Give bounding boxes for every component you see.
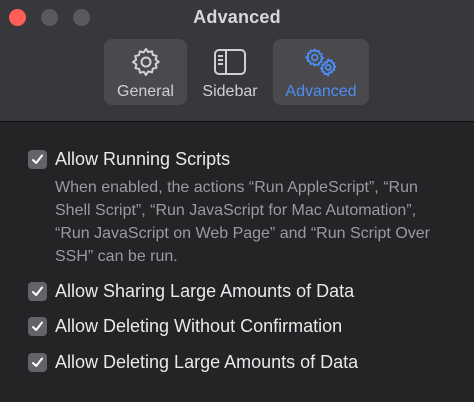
allow-running-scripts-checkbox[interactable]: [28, 150, 47, 169]
preferences-window: Advanced General Sidebar Advanced Allow …: [0, 0, 474, 402]
preferences-toolbar: General Sidebar Advanced: [104, 39, 369, 105]
allow-running-scripts-label: Allow Running Scripts: [55, 149, 231, 169]
tab-advanced[interactable]: Advanced: [273, 39, 369, 105]
tab-advanced-label: Advanced: [285, 83, 357, 100]
tab-sidebar-label: Sidebar: [202, 83, 258, 100]
setting-allow-deleting-without-confirmation[interactable]: Allow Deleting Without Confirmation: [28, 316, 342, 337]
setting-allow-running-scripts[interactable]: Allow Running Scripts: [28, 149, 230, 170]
allow-deleting-large-data-label: Allow Deleting Large Amounts of Data: [55, 352, 359, 372]
tab-general-label: General: [117, 83, 174, 100]
checkmark-icon: [32, 286, 43, 296]
checkmark-icon: [32, 154, 43, 164]
setting-allow-sharing-large-data[interactable]: Allow Sharing Large Amounts of Data: [28, 281, 354, 302]
gear-icon: [128, 45, 164, 79]
setting-allow-deleting-large-data[interactable]: Allow Deleting Large Amounts of Data: [28, 352, 358, 373]
checkmark-icon: [32, 321, 43, 331]
allow-deleting-without-confirmation-label: Allow Deleting Without Confirmation: [55, 316, 343, 336]
allow-deleting-large-data-checkbox[interactable]: [28, 353, 47, 372]
allow-running-scripts-description: When enabled, the actions “Run AppleScri…: [55, 179, 430, 265]
allow-sharing-large-data-checkbox[interactable]: [28, 282, 47, 301]
allow-sharing-large-data-label: Allow Sharing Large Amounts of Data: [55, 281, 355, 301]
tab-sidebar[interactable]: Sidebar: [191, 39, 269, 105]
window-title: Advanced: [193, 7, 281, 27]
allow-deleting-without-confirmation-checkbox[interactable]: [28, 317, 47, 336]
checkmark-icon: [32, 357, 43, 367]
tab-general[interactable]: General: [104, 39, 187, 105]
titlebar: Advanced General Sidebar Advanced: [0, 0, 474, 122]
sidebar-icon: [212, 45, 248, 79]
gears-icon: [303, 45, 339, 79]
